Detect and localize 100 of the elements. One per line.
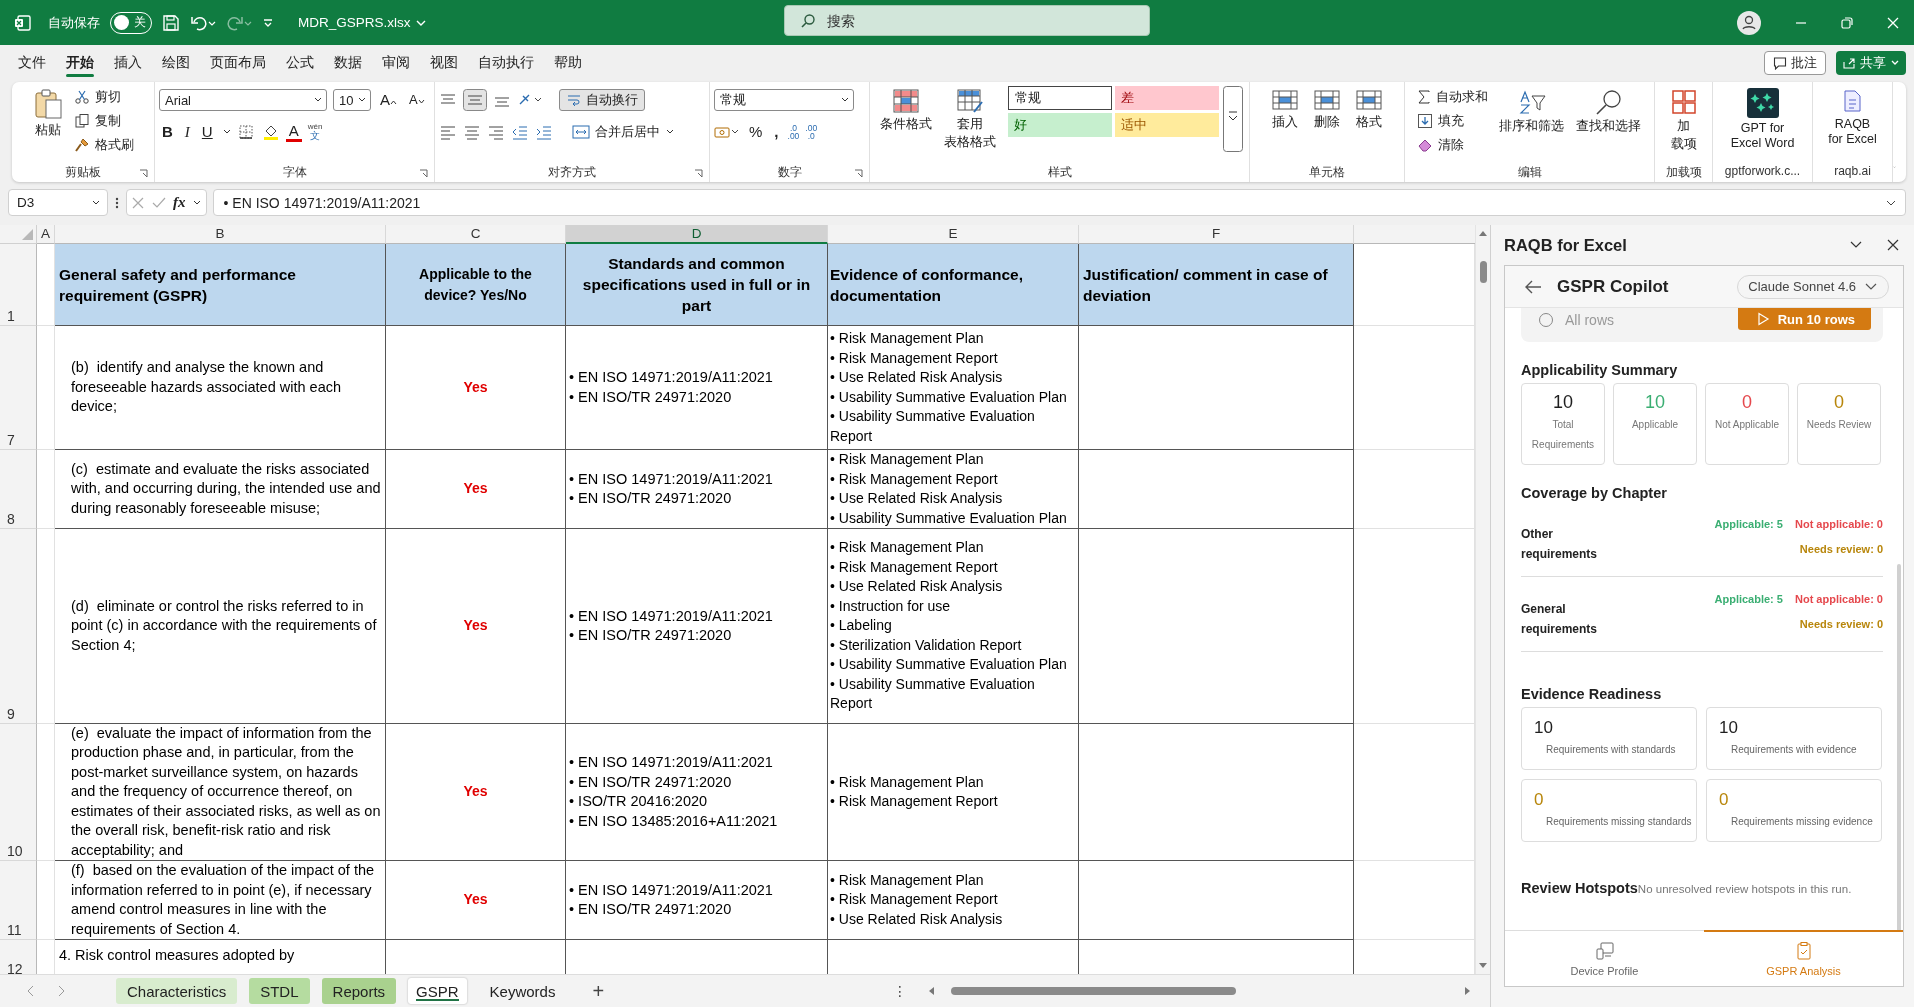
find-select-button[interactable]: 查找和选择 [1572, 86, 1645, 136]
share-button[interactable]: 共享 [1836, 50, 1906, 75]
menu-tab[interactable]: 插入 [106, 50, 150, 75]
shrink-font-button[interactable]: A [406, 90, 428, 110]
next-sheet-icon[interactable] [56, 985, 66, 997]
font-color-button[interactable]: A [285, 122, 302, 142]
align-center-icon[interactable] [463, 124, 481, 140]
row-header[interactable]: 8 [0, 450, 37, 529]
cell-style-option[interactable]: 适中 [1115, 113, 1219, 137]
bold-button[interactable]: B [159, 122, 176, 142]
menu-tab[interactable]: 开始 [58, 50, 102, 75]
phonetic-guide-button[interactable]: wén 文 [307, 123, 323, 141]
font-size-field[interactable]: 10 [333, 89, 371, 111]
cell-style-option[interactable]: 好 [1008, 113, 1112, 137]
menu-tab[interactable]: 帮助 [546, 50, 590, 75]
more-options-icon[interactable] [114, 195, 120, 210]
dialog-launcher-icon[interactable] [694, 169, 703, 178]
merge-center-button[interactable]: 合并后居中 [569, 121, 678, 143]
dialog-launcher-icon[interactable] [419, 169, 428, 178]
row-header[interactable]: 1 [0, 244, 37, 326]
autosum-button[interactable]: 自动求和 [1414, 86, 1491, 108]
comments-button[interactable]: 批注 [1764, 50, 1826, 75]
row-header[interactable]: 9 [0, 529, 37, 724]
cells-button[interactable]: 删除 [1308, 86, 1346, 132]
font-name-field[interactable]: Arial [159, 89, 327, 111]
increase-indent-icon[interactable] [535, 124, 553, 140]
comma-style-button[interactable]: , [771, 122, 782, 142]
format-painter-button[interactable]: 格式刷 [71, 134, 137, 156]
add-ins-button[interactable]: 加 载项 [1665, 86, 1702, 154]
copy-button[interactable]: 复制 [71, 110, 137, 132]
customize-icon[interactable] [262, 16, 274, 29]
menu-tab[interactable]: 审阅 [374, 50, 418, 75]
menu-tab[interactable]: 文件 [10, 50, 54, 75]
sheet-tab[interactable]: Keywords [478, 978, 567, 1004]
cells-button[interactable]: 插入 [1266, 86, 1304, 132]
dialog-launcher-icon[interactable] [854, 169, 863, 178]
align-left-icon[interactable] [439, 124, 457, 140]
spreadsheet-icon[interactable] [14, 13, 32, 32]
grow-font-button[interactable]: A [377, 90, 400, 110]
format-as-table-button[interactable]: 套用 表格格式 [940, 86, 1000, 152]
sheet-tab[interactable]: GSPR [408, 978, 467, 1004]
row-header[interactable]: 12 [0, 940, 37, 974]
menu-tab[interactable]: 公式 [278, 50, 322, 75]
align-right-icon[interactable] [487, 124, 505, 140]
more-styles-icon[interactable] [1223, 86, 1243, 152]
cell-style-option[interactable]: 差 [1115, 86, 1219, 110]
decrease-indent-icon[interactable] [511, 124, 529, 140]
underline-button[interactable]: U [198, 122, 216, 142]
raqb-add-in-button[interactable]: RAQB for Excel [1824, 86, 1881, 149]
formula-input[interactable]: • EN ISO 14971:2019/A11:2021 [212, 189, 1906, 216]
wrap-text-button[interactable]: 自动换行 [559, 89, 645, 111]
fill-button[interactable]: 填充 [1414, 110, 1491, 132]
row-header[interactable]: 11 [0, 861, 37, 940]
account-avatar-icon[interactable] [1736, 9, 1762, 36]
italic-button[interactable]: I [181, 122, 193, 142]
borders-icon[interactable] [237, 124, 256, 140]
increase-decimal-button[interactable]: .0 .00 [787, 123, 800, 141]
add-sheet-button[interactable]: + [592, 979, 605, 1003]
menu-tab[interactable]: 绘图 [154, 50, 198, 75]
menu-tab[interactable]: 视图 [422, 50, 466, 75]
clear-button[interactable]: 清除 [1414, 134, 1491, 156]
model-selector[interactable]: Claude Sonnet 4.6 [1737, 274, 1889, 299]
align-middle-icon[interactable] [463, 89, 487, 111]
cut-button[interactable]: 剪切 [71, 86, 137, 108]
dialog-launcher-icon[interactable] [139, 169, 148, 178]
confirm-icon[interactable] [151, 195, 167, 210]
menu-tab[interactable]: 自动执行 [470, 50, 542, 75]
cell-style-option[interactable]: 常规 [1008, 86, 1112, 110]
panel-scrollbar[interactable] [1897, 564, 1901, 930]
menu-tab[interactable]: 页面布局 [202, 50, 274, 75]
scroll-down-icon[interactable] [1478, 962, 1488, 970]
bottom-nav-tab[interactable]: Device Profile [1505, 930, 1704, 986]
scrollbar-thumb[interactable] [1479, 261, 1487, 283]
scroll-up-icon[interactable] [1478, 229, 1488, 237]
conditional-formatting-button[interactable]: 条件格式 [876, 86, 936, 134]
row-header[interactable]: 10 [0, 724, 37, 861]
column-header[interactable]: A [37, 225, 55, 244]
name-box[interactable]: D3 [8, 189, 108, 216]
menu-tab[interactable]: 数据 [326, 50, 370, 75]
row-header[interactable]: 7 [0, 326, 37, 450]
cells-button[interactable]: 格式 [1350, 86, 1388, 132]
back-arrow-icon[interactable] [1523, 278, 1543, 295]
number-format-field[interactable]: 常规 [714, 89, 854, 111]
vertical-scrollbar[interactable] [1475, 225, 1490, 974]
save-icon[interactable] [162, 13, 180, 32]
search-field[interactable]: 搜索 [784, 5, 1150, 36]
currency-icon[interactable] [714, 124, 740, 140]
cancel-icon[interactable] [131, 195, 145, 210]
previous-sheet-icon[interactable] [26, 985, 36, 997]
sheet-options-button[interactable]: ⋮ [893, 983, 907, 999]
decrease-decimal-button[interactable]: .00 .0 [805, 123, 818, 141]
fill-color-icon[interactable] [261, 123, 280, 141]
gpt-add-in-button[interactable]: GPT for Excel Word [1726, 86, 1799, 153]
horizontal-scrollbar[interactable] [927, 984, 1472, 998]
sheet-tab[interactable]: Characteristics [116, 978, 238, 1004]
sort-filter-button[interactable]: 排序和筛选 [1495, 86, 1568, 136]
file-name-button[interactable]: MDR_GSPRS.xlsx [298, 15, 427, 30]
paste-button[interactable]: 粘贴 [29, 86, 67, 140]
sheet-tab[interactable]: STDL [249, 978, 310, 1004]
restore-icon[interactable] [1840, 15, 1854, 30]
